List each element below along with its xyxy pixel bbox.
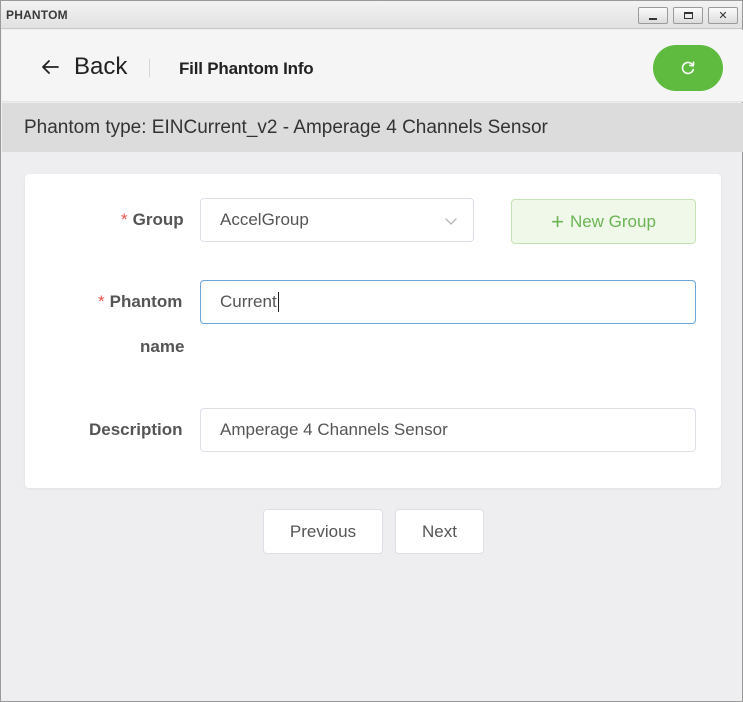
group-select-value: AccelGroup bbox=[220, 210, 309, 229]
description-input[interactable]: Amperage 4 Channels Sensor bbox=[200, 408, 696, 452]
description-label: Description bbox=[89, 420, 183, 439]
group-label: * Group bbox=[121, 210, 184, 230]
refresh-button[interactable] bbox=[653, 45, 723, 91]
phantom-name-value: Current bbox=[220, 292, 277, 311]
chevron-down-icon bbox=[445, 218, 457, 225]
required-mark: * bbox=[98, 292, 105, 311]
page-title: Fill Phantom Info bbox=[179, 59, 314, 78]
plus-icon: + bbox=[551, 208, 564, 234]
minimize-button[interactable] bbox=[638, 7, 668, 24]
required-mark: * bbox=[121, 210, 128, 229]
group-select[interactable]: AccelGroup bbox=[200, 198, 474, 242]
back-label: Back bbox=[74, 53, 128, 80]
previous-button[interactable]: Previous bbox=[263, 509, 383, 554]
close-icon: ✕ bbox=[718, 10, 728, 22]
phantom-name-label-line1: Phantom bbox=[109, 292, 183, 311]
close-button[interactable]: ✕ bbox=[708, 7, 738, 24]
maximize-icon bbox=[683, 12, 693, 19]
maximize-button[interactable] bbox=[673, 7, 703, 24]
window-title: PHANTOM bbox=[6, 8, 68, 22]
refresh-icon bbox=[681, 61, 695, 75]
next-button[interactable]: Next bbox=[395, 509, 484, 554]
group-label-text: Group bbox=[132, 210, 184, 229]
new-group-label: New Group bbox=[569, 211, 656, 231]
phantom-name-label: * Phantom bbox=[98, 292, 182, 312]
text-cursor bbox=[277, 292, 279, 312]
new-group-button[interactable]: + New Group bbox=[511, 199, 696, 244]
form-card: * Group AccelGroup + New Group * Phantom n… bbox=[25, 174, 721, 488]
phantom-name-label-line2: name bbox=[140, 337, 185, 356]
phantom-type-bar: Phantom type: EINCurrent_v2 - Amperage 4… bbox=[2, 103, 743, 152]
back-button[interactable]: Back bbox=[40, 53, 128, 80]
page-header: Back Fill Phantom Info bbox=[2, 30, 743, 102]
phantom-name-input[interactable]: Current bbox=[200, 280, 696, 324]
arrow-left-icon bbox=[42, 60, 59, 74]
app-window: PHANTOM ✕ Back Fill Phantom Info Phantom… bbox=[0, 0, 743, 702]
description-value: Amperage 4 Channels Sensor bbox=[220, 420, 448, 439]
header-divider bbox=[149, 59, 150, 77]
minimize-icon bbox=[649, 17, 657, 20]
phantom-type-text: Phantom type: EINCurrent_v2 - Amperage 4… bbox=[24, 117, 548, 138]
title-bar[interactable]: PHANTOM ✕ bbox=[1, 1, 742, 29]
